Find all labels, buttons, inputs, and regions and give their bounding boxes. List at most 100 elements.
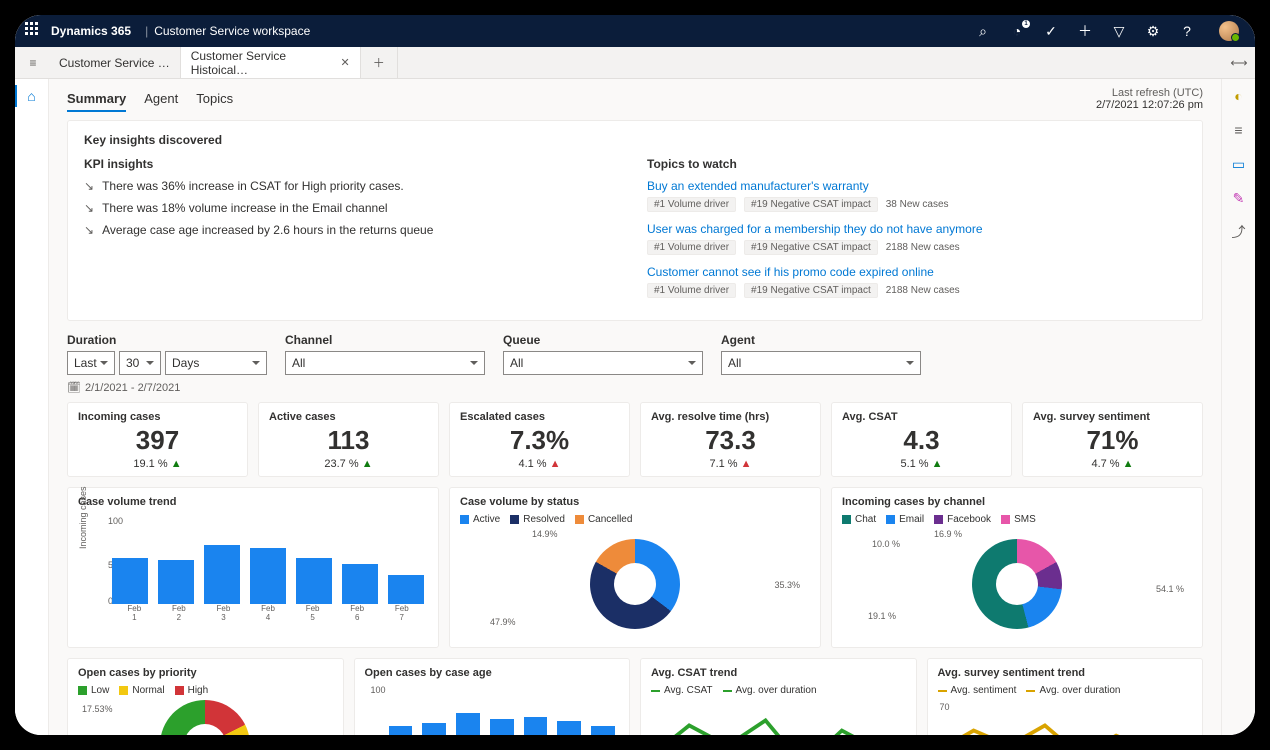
chart-title: Case volume trend: [78, 496, 428, 508]
workspace-name: Customer Service workspace: [154, 24, 310, 38]
bar: [342, 564, 378, 604]
calendar-icon: 🗓: [67, 381, 81, 394]
chart-title: Open cases by case age: [365, 667, 620, 679]
bar-series: [112, 520, 424, 604]
slice-label: 16.9 %: [934, 529, 962, 539]
chart-title: Avg. CSAT trend: [651, 667, 906, 679]
legend-label: Normal: [132, 685, 164, 696]
chip: #19 Negative CSAT impact: [744, 240, 878, 255]
avatar[interactable]: [1219, 21, 1239, 41]
chart-by-channel: Incoming cases by channel Chat Email Fac…: [831, 487, 1203, 648]
app-launcher-icon[interactable]: [25, 22, 43, 40]
kpi-active: Active cases11323.7 % ▲: [258, 402, 439, 477]
slice-label: 35.3%: [774, 580, 800, 590]
home-icon[interactable]: ⌂: [23, 87, 41, 105]
slice-label: 19.1 %: [868, 611, 896, 621]
filter-label-queue: Queue: [503, 333, 703, 347]
lightbulb-icon[interactable]: ◔1: [1009, 23, 1025, 39]
chart-title: Incoming cases by channel: [842, 496, 1192, 508]
chart-by-status: Case volume by status Active Resolved Ca…: [449, 487, 821, 648]
brand-name: Dynamics 365: [51, 24, 131, 38]
slice-label: 54.1 %: [1156, 584, 1184, 594]
kpi-delta: 4.1 %: [518, 458, 546, 470]
list-icon[interactable]: ≡: [1230, 121, 1248, 139]
agent-select[interactable]: All: [721, 351, 921, 375]
kpi-label: Avg. resolve time (hrs): [651, 411, 810, 423]
close-icon[interactable]: ✕: [340, 56, 349, 69]
slice-label: 10.0 %: [872, 539, 900, 549]
topic-link-3[interactable]: Customer cannot see if his promo code ex…: [647, 265, 1186, 279]
pivot-agent[interactable]: Agent: [144, 87, 178, 112]
compass-icon[interactable]: ✓: [1043, 23, 1059, 39]
divider: |: [145, 24, 148, 38]
chart-row-2: Open cases by priority Low Normal High 1…: [67, 658, 1203, 735]
insights-title: Key insights discovered: [84, 133, 1186, 147]
bar: [389, 726, 413, 735]
line-chart: [938, 700, 1192, 735]
help-icon[interactable]: ?: [1179, 23, 1195, 39]
book-icon[interactable]: ▭: [1230, 155, 1248, 173]
queue-select[interactable]: All: [503, 351, 703, 375]
chip-plain: 38 New cases: [886, 199, 949, 210]
topic-link-1[interactable]: Buy an extended manufacturer's warranty: [647, 179, 1186, 193]
duration-number-select[interactable]: 30: [119, 351, 161, 375]
kpi-value: 113: [269, 425, 428, 456]
kpi-value: 4.3: [842, 425, 1001, 456]
search-icon[interactable]: ⌕: [975, 23, 991, 39]
chart-sentiment-trend: Avg. survey sentiment trend Avg. sentime…: [927, 658, 1204, 735]
chip: #1 Volume driver: [647, 197, 736, 212]
slice-label: 17.53%: [82, 704, 113, 714]
legend-label: Low: [91, 685, 109, 696]
kpi-insights-header: KPI insights: [84, 157, 623, 171]
slice-label: 14.9%: [532, 529, 558, 539]
channel-select[interactable]: All: [285, 351, 485, 375]
topic-link-2[interactable]: User was charged for a membership they d…: [647, 222, 1186, 236]
duration-unit-select[interactable]: Days: [165, 351, 267, 375]
duration-mode-select[interactable]: Last: [67, 351, 115, 375]
kpi-sentiment: Avg. survey sentiment71%4.7 % ▲: [1022, 402, 1203, 477]
chart-title: Open cases by priority: [78, 667, 333, 679]
up-icon: ▲: [1123, 458, 1134, 470]
pivot-summary[interactable]: Summary: [67, 87, 126, 112]
kpi-label: Avg. survey sentiment: [1033, 411, 1192, 423]
refresh-value: 2/7/2021 12:07:26 pm: [1096, 99, 1203, 111]
chip: #1 Volume driver: [647, 283, 736, 298]
kpi-value: 73.3: [651, 425, 810, 456]
bar: [557, 721, 581, 735]
kpi-label: Avg. CSAT: [842, 411, 1001, 423]
donut-chart: [590, 539, 680, 629]
kpi-value: 397: [78, 425, 237, 456]
x-labels: Feb1Feb2Feb3Feb4Feb5Feb6Feb7: [112, 604, 424, 622]
topics-header: Topics to watch: [647, 157, 1186, 171]
tab-customer-service[interactable]: Customer Service …: [49, 47, 181, 78]
add-icon[interactable]: ＋: [1077, 23, 1093, 39]
filter-label-channel: Channel: [285, 333, 485, 347]
bar: [250, 548, 286, 604]
share-icon[interactable]: ⤴: [1230, 223, 1248, 241]
tab-historical-analytics[interactable]: Customer Service Histoical…✕: [181, 47, 361, 78]
chip: #19 Negative CSAT impact: [744, 197, 878, 212]
kpi-value: 71%: [1033, 425, 1192, 456]
donut-chart: [972, 539, 1062, 629]
insights-card: Key insights discovered KPI insights ↘Th…: [67, 120, 1203, 321]
kpi-escalated: Escalated cases7.3%4.1 % ▲: [449, 402, 630, 477]
report-pivot: Summary Agent Topics: [67, 87, 233, 112]
kpi-row: Incoming cases39719.1 % ▲ Active cases11…: [67, 402, 1203, 477]
gear-icon[interactable]: ⚙: [1145, 23, 1161, 39]
kpi-insight-3: Average case age increased by 2.6 hours …: [102, 223, 433, 237]
pen-icon[interactable]: ✎: [1230, 189, 1248, 207]
bar: [490, 719, 514, 735]
lightbulb-icon[interactable]: ◐: [1230, 87, 1248, 105]
expand-icon[interactable]: ⟷: [1223, 47, 1255, 78]
pivot-topics[interactable]: Topics: [196, 87, 233, 112]
legend-label: High: [188, 685, 209, 696]
tab-add[interactable]: ＋: [361, 47, 398, 78]
bar: [296, 558, 332, 604]
filter-icon[interactable]: ▽: [1111, 23, 1127, 39]
up-icon: ▲: [362, 458, 373, 470]
hamburger-icon[interactable]: ≡: [17, 47, 49, 78]
legend-label: Resolved: [523, 514, 565, 525]
legend-label: Avg. sentiment: [951, 685, 1017, 696]
bar: [112, 558, 148, 604]
bar: [524, 717, 548, 735]
